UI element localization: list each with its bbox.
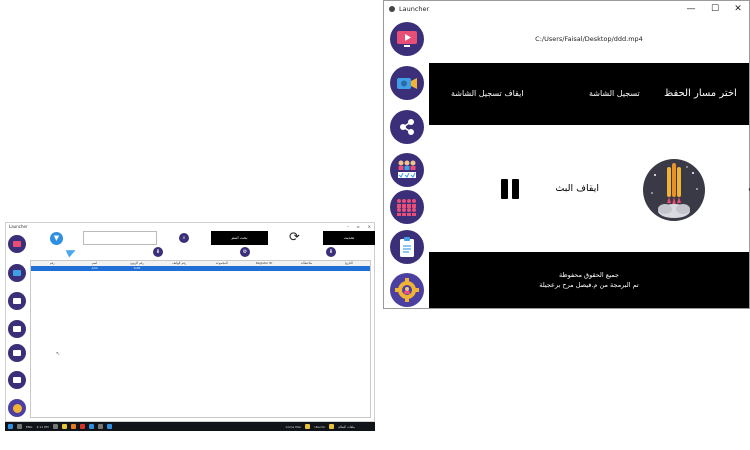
footer: جميع الحقوق محفوظة تم البرمجة من م.فيصل … [429,252,749,308]
taskbar-label[interactable]: ملفات النظام [338,425,355,429]
camera-icon[interactable] [8,264,26,282]
video-player-icon[interactable] [390,22,424,56]
taskbar-label[interactable]: Ubuntu [314,425,325,429]
taskbar-app-icon[interactable] [17,424,22,429]
background-sidebar [6,231,28,421]
audience-icon[interactable] [390,190,424,224]
save-path-bar: C:/Users/Faisal/Desktop/ddd.mp4 [429,17,749,63]
group-icon[interactable] [8,344,26,362]
window-title: Launcher [399,5,430,13]
background-close-button[interactable]: × [368,224,371,229]
search-icon[interactable]: ⌕ [179,233,189,243]
download-icon[interactable]: ⬇ [326,247,336,257]
close-button[interactable]: ✕ [728,1,748,17]
background-title-bar: Launcher – ▫ × [6,223,374,230]
developer-credit-text: تم البرمجة من م.فيصل مرح برعجيلة [539,281,639,289]
filter-icon[interactable]: ▼ [50,232,63,245]
copyright-text: جميع الحقوق محفوظة [559,271,619,279]
stop-stream-button[interactable]: ايقاف البث [517,183,599,194]
table-cell [285,266,327,271]
opera-icon[interactable] [79,424,85,429]
search-name-button[interactable]: بحث اسم [211,231,268,245]
download-icon[interactable]: ⬇ [153,247,163,257]
refresh-icon[interactable]: ⟳ [289,231,300,245]
save-path-text: C:/Users/Faisal/Desktop/ddd.mp4 [535,35,643,43]
gear-icon[interactable]: ⚙ [240,247,250,257]
taskbar-app-icon[interactable] [106,424,112,429]
taskbar-app-icon[interactable] [52,424,58,429]
taskbar-language: ENG [26,424,33,429]
start-stream-button[interactable]: بدء البث [729,183,750,194]
background-window-controls: – ▫ × [347,224,371,229]
voting-users-icon[interactable] [390,153,424,187]
video-icon[interactable] [8,235,26,253]
taskbar-label[interactable]: Come Mac [286,425,302,429]
share-icon[interactable] [390,110,424,144]
table-cell [201,266,243,271]
video-camera-icon[interactable] [390,66,424,100]
background-maximize-button[interactable]: ▫ [357,224,360,229]
record-screen-button[interactable]: تسجيل الشاشة [589,89,640,98]
background-minimize-button[interactable]: – [347,224,349,229]
table-cell: 0.00 [133,266,141,270]
table-cell [328,266,370,271]
recording-actions-bar: اختر مسار الحفظ تسجيل الشاشة ايقاف تسجيل… [429,63,749,125]
taskbar-clock: 2:11 PM [36,424,49,429]
start-icon[interactable] [8,424,13,429]
taskbar-app-icon[interactable] [70,424,76,429]
clipboard-icon[interactable] [390,230,424,264]
folder-icon[interactable] [61,424,67,429]
stop-record-screen-button[interactable]: ايقاف تسجيل الشاشة [451,89,524,98]
taskbar: ENG 2:11 PM Come Mac Ubuntu ملفات النظام [5,422,375,431]
background-launcher-window: Launcher – ▫ × ▼ ⌕ بحث اسم ⟳ تحديث ⬇ ⚙ ⬇… [5,222,375,422]
mouse-cursor-icon: ↖ [56,351,61,357]
settings-icon[interactable] [8,399,26,417]
folder-icon[interactable] [329,424,335,429]
sidebar [384,17,429,308]
records-table: رقم اسم رقم الزبون رقم الهاتف المجموعة R… [30,260,371,418]
send-icon[interactable] [65,246,78,258]
maximize-button[interactable]: ☐ [705,1,725,17]
stream-controls: ايقاف البث بدء البث [429,125,750,252]
update-button[interactable]: تحديث [323,231,375,245]
table-cell [31,266,73,271]
rocket-launch-icon[interactable] [643,159,705,221]
choose-save-path-button[interactable]: اختر مسار الحفظ [664,88,737,99]
background-window-title: Launcher [9,224,28,229]
launcher-window: Launcher — ☐ ✕ C:/Users/Faisal/Desktop/d… [383,0,750,309]
share-icon[interactable] [8,292,26,310]
taskbar-app-icon[interactable] [97,424,103,429]
table-cell: Ami [91,266,98,270]
name-search-input[interactable] [83,231,157,245]
vscode-icon[interactable] [88,424,94,429]
minimize-button[interactable]: — [681,1,701,17]
table-row[interactable]: Ami 0.00 [31,266,370,271]
table-cell [243,266,285,271]
clipboard-icon[interactable] [8,371,26,389]
app-icon [389,6,395,12]
table-cell [158,266,200,271]
title-bar: Launcher — ☐ ✕ [384,1,749,17]
settings-gear-icon[interactable] [390,273,424,307]
folder-icon[interactable] [305,424,311,429]
users-icon[interactable] [8,320,26,338]
